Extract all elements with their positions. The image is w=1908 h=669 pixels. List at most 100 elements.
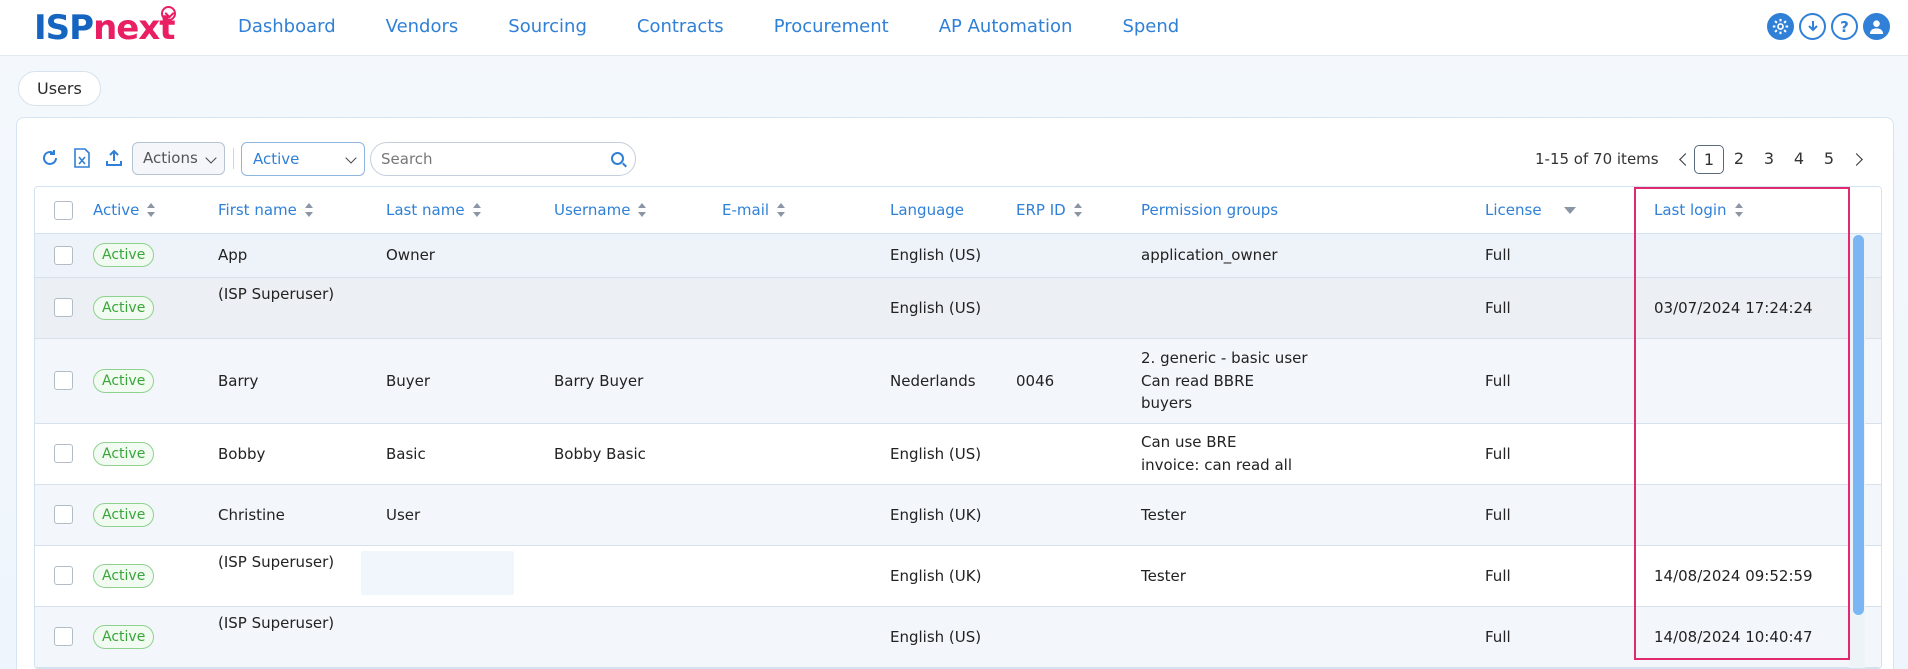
cell-first-name: Christine <box>218 506 285 524</box>
page-5[interactable]: 5 <box>1814 145 1844 174</box>
cell-permission: invoice: can read all <box>1141 456 1292 474</box>
cell-first-name: (ISP Superuser) <box>218 614 335 632</box>
row-checkbox[interactable] <box>54 444 73 463</box>
table-row[interactable]: Active (ISP Superuser) English (UK) Test… <box>35 546 1881 607</box>
cell-first-name: Bobby <box>218 445 266 463</box>
cell-permission: buyers <box>1141 394 1193 412</box>
status-filter-value: Active <box>253 150 300 168</box>
sort-icon[interactable] <box>1073 203 1082 217</box>
page-4[interactable]: 4 <box>1784 145 1814 174</box>
brand-logo-part1: ISP <box>34 8 94 48</box>
select-all-checkbox[interactable] <box>54 201 73 220</box>
cell-language: English (US) <box>890 628 982 646</box>
cell-first-name: Barry <box>218 372 259 390</box>
pager-info: 1-15 of 70 items <box>1535 150 1659 168</box>
cell-license: Full <box>1485 567 1511 585</box>
col-permission-groups: Permission groups <box>1141 201 1278 219</box>
search-icon[interactable] <box>611 152 624 165</box>
brand-logo[interactable]: ISPnext <box>34 8 176 48</box>
user-icon[interactable] <box>1863 13 1890 40</box>
redacted-cell <box>361 551 514 595</box>
col-license-label: License <box>1485 201 1542 219</box>
filter-icon[interactable] <box>1563 206 1576 214</box>
table-row[interactable]: Active App Owner English (US) applicatio… <box>35 234 1881 278</box>
col-first-name[interactable]: First name <box>218 201 313 219</box>
status-badge: Active <box>93 243 155 267</box>
cell-language: Nederlands <box>890 372 976 390</box>
sort-icon[interactable] <box>777 203 786 217</box>
col-permission-groups-label: Permission groups <box>1141 201 1279 219</box>
col-username-label: Username <box>554 201 631 219</box>
table-row[interactable]: Active (ISP Superuser) English (US) Full… <box>35 607 1881 668</box>
sort-icon[interactable] <box>472 203 481 217</box>
users-table: Active First name Last name Username E-m… <box>34 186 1882 669</box>
status-filter-select[interactable]: Active <box>241 142 365 176</box>
row-checkbox[interactable] <box>54 371 73 390</box>
col-language: Language <box>890 201 964 219</box>
status-badge: Active <box>93 442 155 466</box>
search-field[interactable] <box>370 142 636 176</box>
row-checkbox[interactable] <box>54 505 73 524</box>
table-row[interactable]: Active Bobby Basic Bobby Basic English (… <box>35 424 1881 485</box>
main-nav: Dashboard Vendors Sourcing Contracts Pro… <box>238 16 1229 37</box>
nav-contracts[interactable]: Contracts <box>637 16 724 37</box>
col-active[interactable]: Active <box>93 201 156 219</box>
brand-check-icon <box>161 6 176 21</box>
table-row[interactable]: Active (ISP Superuser) English (US) Full… <box>35 278 1881 339</box>
cell-last-name: User <box>386 506 421 524</box>
sort-icon[interactable] <box>638 203 647 217</box>
page-2[interactable]: 2 <box>1724 145 1754 174</box>
header-icons: ? <box>1767 13 1890 40</box>
status-badge: Active <box>93 625 155 649</box>
cell-license: Full <box>1485 445 1511 463</box>
nav-ap-automation[interactable]: AP Automation <box>939 16 1073 37</box>
help-icon[interactable]: ? <box>1831 13 1858 40</box>
cell-permission: Tester <box>1141 506 1186 524</box>
actions-label: Actions <box>143 149 198 167</box>
col-username[interactable]: Username <box>554 201 647 219</box>
col-license[interactable]: License <box>1485 201 1576 219</box>
breadcrumb-users[interactable]: Users <box>18 71 101 106</box>
table-row[interactable]: Active Barry Buyer Barry Buyer Nederland… <box>35 339 1881 424</box>
cell-last-name: Owner <box>386 246 435 264</box>
col-language-label: Language <box>890 201 965 219</box>
settings-icon[interactable] <box>1767 13 1794 40</box>
col-erp-id[interactable]: ERP ID <box>1016 201 1082 219</box>
cell-permission: Can read BBRE <box>1141 372 1254 390</box>
status-badge: Active <box>93 369 155 393</box>
page-1[interactable]: 1 <box>1694 145 1724 174</box>
row-checkbox[interactable] <box>54 246 73 265</box>
nav-dashboard[interactable]: Dashboard <box>238 16 336 37</box>
sort-icon[interactable] <box>147 203 156 217</box>
download-icon[interactable] <box>1799 13 1826 40</box>
col-email[interactable]: E-mail <box>722 201 786 219</box>
excel-export-icon[interactable] <box>70 146 94 170</box>
cell-language: English (US) <box>890 299 982 317</box>
page-3[interactable]: 3 <box>1754 145 1784 174</box>
nav-sourcing[interactable]: Sourcing <box>508 16 587 37</box>
actions-dropdown[interactable]: Actions <box>132 142 225 175</box>
upload-icon[interactable] <box>102 146 126 170</box>
col-first-name-label: First name <box>218 201 297 219</box>
refresh-icon[interactable] <box>38 146 62 170</box>
sort-icon[interactable] <box>304 203 313 217</box>
cell-first-name: (ISP Superuser) <box>218 553 335 571</box>
row-checkbox[interactable] <box>54 566 73 585</box>
nav-procurement[interactable]: Procurement <box>774 16 889 37</box>
cell-license: Full <box>1485 628 1511 646</box>
row-checkbox[interactable] <box>54 627 73 646</box>
cell-first-name: (ISP Superuser) <box>218 285 335 303</box>
col-last-name[interactable]: Last name <box>386 201 481 219</box>
cell-language: English (UK) <box>890 567 982 585</box>
row-checkbox[interactable] <box>54 298 73 317</box>
last-login-highlight-box <box>1634 187 1850 660</box>
col-active-label: Active <box>93 201 140 219</box>
nav-spend[interactable]: Spend <box>1122 16 1179 37</box>
search-input[interactable] <box>381 149 601 169</box>
cell-language: English (US) <box>890 445 982 463</box>
nav-vendors[interactable]: Vendors <box>386 16 459 37</box>
table-scrollbar-thumb[interactable] <box>1853 235 1864 615</box>
table-row[interactable]: Active Christine User English (UK) Teste… <box>35 485 1881 546</box>
cell-license: Full <box>1485 246 1511 264</box>
cell-license: Full <box>1485 299 1511 317</box>
